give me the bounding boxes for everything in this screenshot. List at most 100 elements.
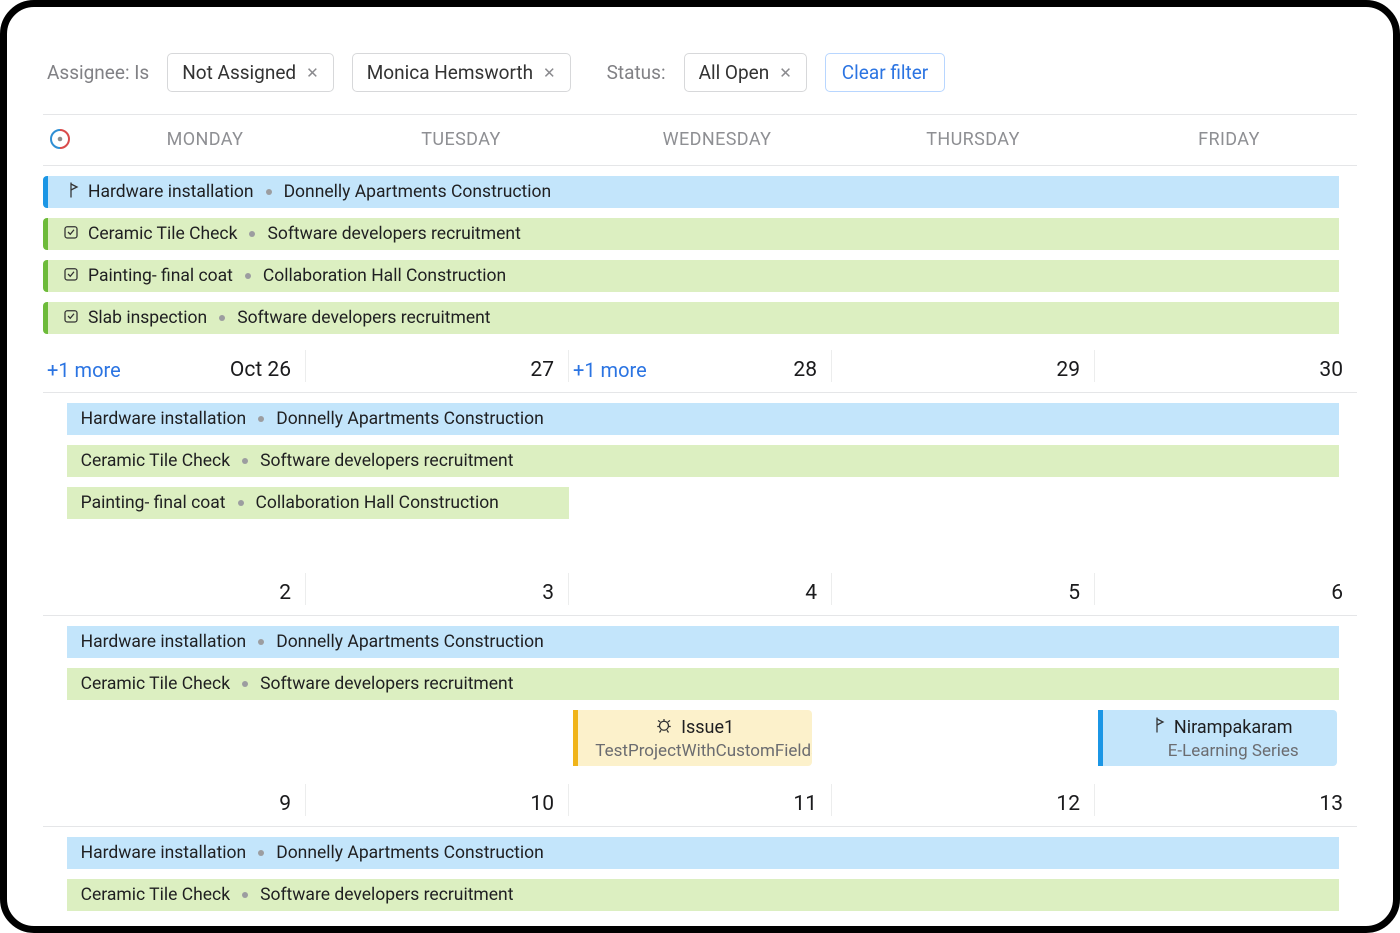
event-title: Hardware installation <box>81 843 247 863</box>
date-number: 12 <box>1056 792 1080 816</box>
separator-dot <box>245 273 251 279</box>
date-cell[interactable]: 9 <box>43 784 305 816</box>
date-cell[interactable]: 2 <box>43 573 305 605</box>
date-number: 29 <box>1056 358 1080 382</box>
close-icon[interactable]: ✕ <box>306 64 319 82</box>
date-cell[interactable]: +1 more 28 <box>568 350 831 382</box>
day-header-tue: TUESDAY <box>333 129 589 150</box>
date-cell[interactable]: 4 <box>568 573 831 605</box>
calendar-event[interactable]: Ceramic Tile CheckSoftware developers re… <box>43 218 1339 250</box>
event-project: Software developers recruitment <box>260 885 513 905</box>
date-cell[interactable]: 27 <box>305 350 568 382</box>
date-number: 11 <box>793 792 817 816</box>
separator-dot <box>249 231 255 237</box>
date-cell[interactable]: 5 <box>831 573 1094 605</box>
date-cell[interactable]: 3 <box>305 573 568 605</box>
calendar-event[interactable]: Hardware installation Donnelly Apartments… <box>43 176 1339 208</box>
separator-dot <box>258 416 264 422</box>
event-project: Collaboration Hall Construction <box>256 493 499 513</box>
event-row: Hardware installationDonnelly Apartments… <box>43 626 1357 662</box>
date-cell[interactable]: 12 <box>831 784 1094 816</box>
date-cell[interactable]: 11 <box>568 784 831 816</box>
date-number: 5 <box>1068 581 1080 605</box>
calendar-window: Assignee: Is Not Assigned ✕ Monica Hemsw… <box>0 0 1400 933</box>
event-row: Slab inspectionSoftware developers recru… <box>43 302 1357 338</box>
week: Hardware installationDonnelly Apartments… <box>43 393 1357 616</box>
week: Hardware installationDonnelly Apartments… <box>43 616 1357 827</box>
date-row: +1 moreOct 2627+1 more282930 <box>43 344 1357 392</box>
close-icon[interactable]: ✕ <box>779 64 792 82</box>
event-title: Hardware installation <box>88 182 254 202</box>
date-cell[interactable]: 30 <box>1094 350 1357 382</box>
task-icon <box>62 265 80 288</box>
event-row: Ceramic Tile CheckSoftware developers re… <box>43 218 1357 254</box>
calendar-event-card[interactable]: NirampakaramE-Learning Series <box>1098 710 1337 766</box>
event-title: Issue1 <box>681 717 734 738</box>
calendar-event[interactable]: Hardware installation Donnelly Apartments… <box>67 837 1339 869</box>
calendar-event[interactable]: Painting- final coat Collaboration Hall C… <box>43 260 1339 292</box>
event-project: Software developers recruitment <box>260 451 513 471</box>
event-project: Donnelly Apartments Construction <box>284 182 552 202</box>
event-row: Issue1 TestProjectWithCustomFields Nirampa… <box>43 710 1357 772</box>
event-row: Hardware installation Donnelly Apartments… <box>43 837 1357 873</box>
bug-icon <box>655 716 673 739</box>
task-icon <box>62 307 80 330</box>
date-number: 3 <box>542 581 554 605</box>
day-header: MONDAY TUESDAY WEDNESDAY THURSDAY FRIDAY <box>43 115 1357 166</box>
date-number: 10 <box>530 792 554 816</box>
date-number: 6 <box>1331 581 1343 605</box>
date-cell[interactable]: 13 <box>1094 784 1357 816</box>
event-project: Software developers recruitment <box>260 674 513 694</box>
assignee-filter-label: Assignee: Is <box>47 61 149 84</box>
event-project: TestProjectWithCustomFields <box>573 741 812 761</box>
date-cell[interactable]: 10 <box>305 784 568 816</box>
event-title: Painting- final coat <box>81 493 226 513</box>
more-events-link[interactable]: +1 more <box>47 358 121 382</box>
event-row: Hardware installationDonnelly Apartments… <box>43 403 1357 439</box>
milestone-icon <box>62 181 80 204</box>
event-title: Ceramic Tile Check <box>81 451 230 471</box>
calendar-event[interactable]: Hardware installationDonnelly Apartments… <box>67 403 1339 435</box>
separator-dot <box>238 500 244 506</box>
calendar-event[interactable]: Hardware installationDonnelly Apartments… <box>67 626 1339 658</box>
weeks-container: Hardware installation Donnelly Apartments… <box>43 166 1357 915</box>
date-number: 30 <box>1319 358 1343 382</box>
calendar-event[interactable]: Slab inspectionSoftware developers recru… <box>43 302 1339 334</box>
event-row: Ceramic Tile Check Software developers re… <box>43 879 1357 915</box>
filter-chip-monica[interactable]: Monica Hemsworth ✕ <box>352 53 571 92</box>
event-row: Hardware installation Donnelly Apartments… <box>43 176 1357 212</box>
event-row: Painting- final coat Collaboration Hall C… <box>43 260 1357 296</box>
event-row: Ceramic Tile Check Software developers re… <box>43 445 1357 481</box>
day-header-mon: MONDAY <box>77 129 333 150</box>
calendar-event[interactable]: Ceramic Tile Check Software developers re… <box>67 879 1339 911</box>
week: Hardware installation Donnelly Apartments… <box>43 166 1357 393</box>
date-number: 4 <box>805 581 817 605</box>
calendar-event[interactable]: Ceramic Tile Check Software developers re… <box>67 445 1339 477</box>
calendar-event-card[interactable]: Issue1 TestProjectWithCustomFields <box>573 710 812 766</box>
filter-chip-not-assigned[interactable]: Not Assigned ✕ <box>167 53 333 92</box>
event-project: Donnelly Apartments Construction <box>276 843 544 863</box>
separator-dot <box>242 681 248 687</box>
event-title: Painting- final coat <box>88 266 233 286</box>
event-title: Hardware installation <box>81 409 247 429</box>
clear-filter-button[interactable]: Clear filter <box>825 53 945 92</box>
more-events-link[interactable]: +1 more <box>573 358 647 382</box>
event-row: Painting- final coat Collaboration Hall C… <box>43 487 1357 523</box>
date-cell[interactable]: 29 <box>831 350 1094 382</box>
date-number: 2 <box>279 581 291 605</box>
separator-dot <box>266 189 272 195</box>
milestone-icon <box>1148 716 1166 739</box>
close-icon[interactable]: ✕ <box>543 64 556 82</box>
date-cell[interactable]: 6 <box>1094 573 1357 605</box>
event-title: Ceramic Tile Check <box>81 674 230 694</box>
calendar-event[interactable]: Ceramic Tile Check Software developers re… <box>67 668 1339 700</box>
calendar-event[interactable]: Painting- final coat Collaboration Hall C… <box>67 487 569 519</box>
date-number: 28 <box>793 358 817 382</box>
event-title: Nirampakaram <box>1174 717 1293 738</box>
filter-chip-status[interactable]: All Open ✕ <box>684 53 807 92</box>
date-cell[interactable]: +1 moreOct 26 <box>43 350 305 382</box>
event-title: Hardware installation <box>81 632 247 652</box>
event-project: Collaboration Hall Construction <box>263 266 506 286</box>
event-title: Ceramic Tile Check <box>81 885 230 905</box>
calendar-settings-button[interactable] <box>43 127 77 151</box>
